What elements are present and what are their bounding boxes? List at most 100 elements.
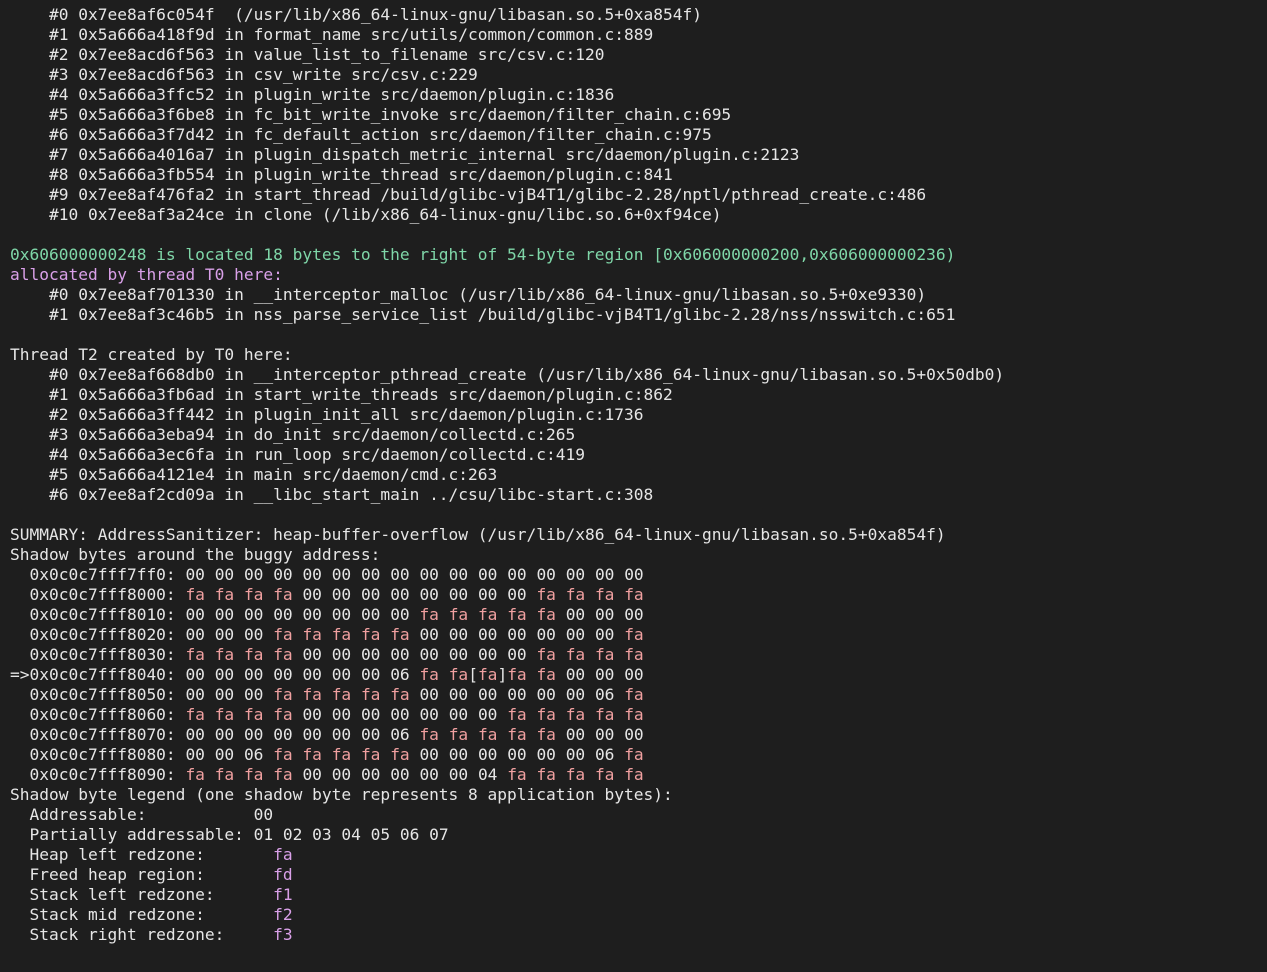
legend-row: Stack right redzone: f3 <box>10 925 1267 945</box>
shadow-byte: 00 <box>419 565 439 584</box>
shadow-byte: fa <box>243 765 264 784</box>
shadow-byte: fa <box>214 705 235 724</box>
shadow-address: 0x0c0c7fff8020: <box>10 625 176 644</box>
stack-frame: #1 0x5a666a418f9d in format_name src/uti… <box>10 25 654 44</box>
shadow-byte: fa <box>624 585 644 604</box>
shadow-byte: fa <box>477 725 498 744</box>
shadow-byte: 00 <box>536 565 556 584</box>
shadow-address: 0x0c0c7fff8030: <box>10 645 176 664</box>
shadow-row: 0x0c0c7fff8000: fa fa fa fa 00 00 00 00 … <box>10 585 1267 605</box>
shadow-byte: 00 <box>273 725 293 744</box>
shadow-byte: fa <box>273 645 293 664</box>
shadow-byte: 00 <box>185 625 205 644</box>
shadow-byte: fa <box>185 645 205 664</box>
shadow-row: 0x0c0c7fff8050: 00 00 00 fa fa fa fa fa … <box>10 685 1267 705</box>
shadow-byte: fa <box>594 585 615 604</box>
shadow-byte: 00 <box>185 565 205 584</box>
shadow-byte: fa <box>507 665 527 684</box>
shadow-byte: fa <box>214 645 235 664</box>
shadow-byte: fa <box>624 645 644 664</box>
shadow-byte: fa <box>185 765 205 784</box>
shadow-byte: 00 <box>448 745 469 764</box>
stack-frame: #1 0x5a666a3fb6ad in start_write_threads… <box>10 385 673 404</box>
shadow-byte: 00 <box>390 565 410 584</box>
shadow-address: 0x0c0c7fff7ff0: <box>10 565 176 584</box>
shadow-byte: 00 <box>536 745 556 764</box>
shadow-byte: 00 <box>390 605 410 624</box>
shadow-byte: fa <box>507 765 527 784</box>
stack-frame: #5 0x5a666a3f6be8 in fc_bit_write_invoke… <box>10 105 732 124</box>
stack-frame: #0 0x7ee8af668db0 in __interceptor_pthre… <box>10 365 1005 384</box>
shadow-byte: fa <box>331 745 352 764</box>
stack-frame: #2 0x5a666a3ff442 in plugin_init_all src… <box>10 405 644 424</box>
shadow-byte: 00 <box>565 665 586 684</box>
shadow-byte: 00 <box>507 685 527 704</box>
terminal-output: #0 0x7ee8af6c054f (/usr/lib/x86_64-linux… <box>0 0 1267 945</box>
shadow-byte: 00 <box>507 645 527 664</box>
shadow-byte: 00 <box>419 625 439 644</box>
shadow-byte: 00 <box>214 625 235 644</box>
shadow-byte: 00 <box>448 705 469 724</box>
shadow-row: 0x0c0c7fff8060: fa fa fa fa 00 00 00 00 … <box>10 705 1267 725</box>
shadow-byte: 00 <box>507 745 527 764</box>
shadow-byte: fa <box>624 625 644 644</box>
shadow-row: 0x0c0c7fff8080: 00 00 06 fa fa fa fa fa … <box>10 745 1267 765</box>
legend-value: f2 <box>273 905 293 924</box>
shadow-byte: fa <box>360 745 381 764</box>
shadow-byte: fa <box>624 705 644 724</box>
stack-frame: #10 0x7ee8af3a24ce in clone (/lib/x86_64… <box>10 205 722 224</box>
shadow-byte: 00 <box>419 685 439 704</box>
shadow-byte: 00 <box>419 705 439 724</box>
shadow-byte: fa <box>360 625 381 644</box>
shadow-byte: fa <box>594 645 615 664</box>
stack-frame: #2 0x7ee8acd6f563 in value_list_to_filen… <box>10 45 605 64</box>
shadow-byte: 00 <box>390 765 410 784</box>
shadow-byte: 00 <box>594 665 615 684</box>
stack-frame: #6 0x5a666a3f7d42 in fc_default_action s… <box>10 125 712 144</box>
legend-value: f1 <box>273 885 293 904</box>
legend-label: Stack left redzone: <box>10 885 274 904</box>
shadow-byte: fa <box>448 605 469 624</box>
stack-frame: #0 0x7ee8af701330 in __interceptor_mallo… <box>10 285 927 304</box>
shadow-byte: 00 <box>331 705 352 724</box>
legend-row: Addressable: 00 <box>10 805 1267 825</box>
shadow-byte: 00 <box>565 565 586 584</box>
shadow-byte: fa <box>536 705 556 724</box>
shadow-byte: fa <box>536 725 556 744</box>
shadow-byte: 00 <box>214 565 235 584</box>
shadow-byte: fa <box>360 685 381 704</box>
shadow-byte: 06 <box>594 745 615 764</box>
shadow-byte: 06 <box>594 685 615 704</box>
shadow-byte: 00 <box>243 625 264 644</box>
shadow-byte: fa <box>536 585 556 604</box>
shadow-byte: 00 <box>594 725 615 744</box>
shadow-byte: 00 <box>185 685 205 704</box>
stack-frame: #1 0x7ee8af3c46b5 in nss_parse_service_l… <box>10 305 956 324</box>
shadow-byte: fa <box>565 705 586 724</box>
shadow-byte: fa <box>624 745 644 764</box>
shadow-row: 0x0c0c7fff8010: 00 00 00 00 00 00 00 00 … <box>10 605 1267 625</box>
shadow-byte: 04 <box>477 765 498 784</box>
shadow-byte: 00 <box>360 645 381 664</box>
shadow-byte: 00 <box>302 705 322 724</box>
shadow-byte: 00 <box>273 665 293 684</box>
shadow-byte: 00 <box>594 605 615 624</box>
shadow-byte: fa <box>536 645 556 664</box>
shadow-byte: 00 <box>185 725 205 744</box>
stack-frame: #4 0x5a666a3ec6fa in run_loop src/daemon… <box>10 445 585 464</box>
legend-label: Freed heap region: <box>10 865 274 884</box>
shadow-byte: 00 <box>214 605 235 624</box>
shadow-byte: 00 <box>390 585 410 604</box>
shadow-byte: 00 <box>624 725 644 744</box>
shadow-byte: 00 <box>185 745 205 764</box>
shadow-byte: 00 <box>331 585 352 604</box>
shadow-byte: fa <box>331 625 352 644</box>
shadow-address: =>0x0c0c7fff8040: <box>10 665 176 684</box>
shadow-byte: fa <box>214 585 235 604</box>
shadow-byte: 00 <box>448 645 469 664</box>
shadow-byte: 00 <box>360 665 381 684</box>
shadow-byte: 06 <box>390 725 410 744</box>
shadow-byte: fa <box>448 665 469 684</box>
shadow-byte: fa <box>243 585 264 604</box>
